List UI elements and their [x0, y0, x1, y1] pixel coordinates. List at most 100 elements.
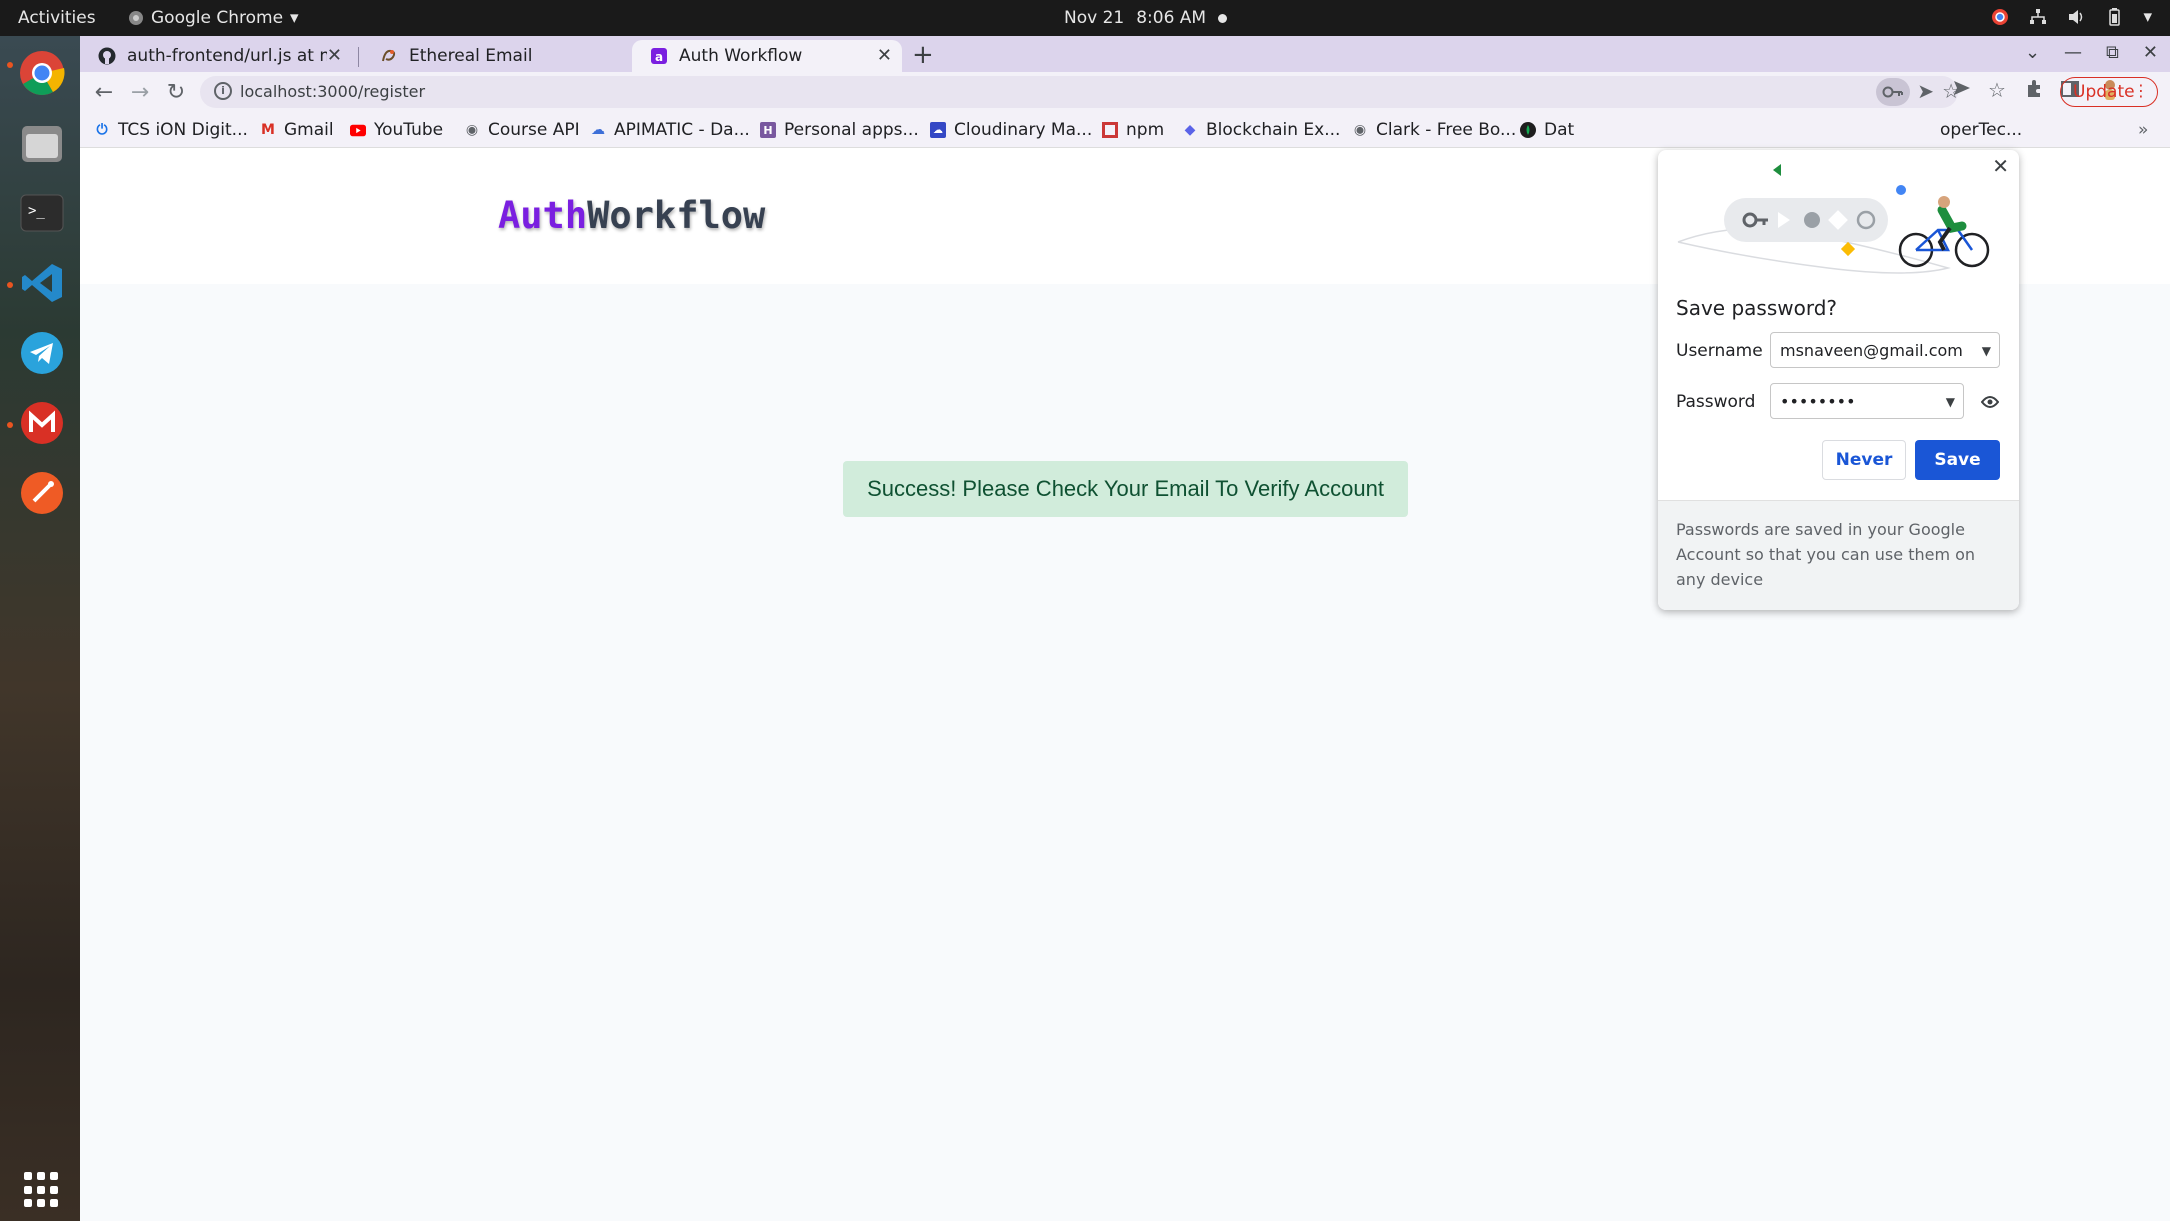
postman-icon[interactable]: [17, 468, 67, 518]
update-button[interactable]: Update ⋮: [2060, 77, 2158, 107]
bookmark-course-api[interactable]: ◉ Course API: [464, 120, 580, 140]
bookmark-blockchain[interactable]: ◆ Blockchain Ex...: [1182, 120, 1341, 140]
tab-github[interactable]: auth-frontend/url.js at m ✕: [80, 40, 352, 72]
running-indicator: [7, 282, 13, 288]
power-menu-icon[interactable]: ▾: [2143, 7, 2152, 27]
password-label: Password: [1676, 392, 1756, 412]
tab-title: Auth Workflow: [679, 46, 803, 66]
save-password-dialog: ✕ Save password? Username msnaveen@gmail…: [1658, 150, 2019, 610]
app-logo[interactable]: AuthWorkflow: [498, 194, 765, 237]
bookmark-gmail[interactable]: M Gmail: [260, 120, 334, 140]
bookmark-npm[interactable]: npm: [1102, 120, 1164, 140]
show-apps-icon[interactable]: [24, 1172, 60, 1208]
extensions-icon[interactable]: [2024, 79, 2044, 104]
forward-button[interactable]: →: [126, 78, 154, 106]
github-icon: [98, 47, 116, 65]
close-window-icon[interactable]: ✕: [2143, 42, 2158, 63]
chrome-icon[interactable]: [17, 48, 67, 98]
bookmark-developertec[interactable]: operTec...: [1940, 120, 2022, 140]
tab-title: Ethereal Email: [409, 46, 533, 66]
username-label: Username: [1676, 341, 1763, 361]
back-button[interactable]: ←: [90, 78, 118, 106]
dialog-footer-text: Passwords are saved in your Google Accou…: [1658, 500, 2019, 610]
notification-dot: [1218, 13, 1228, 23]
bookmark-label: operTec...: [1940, 120, 2023, 140]
save-button[interactable]: Save: [1915, 440, 2000, 480]
close-tab-icon[interactable]: ✕: [877, 45, 892, 66]
ethereal-icon: [380, 47, 398, 65]
app-menu-label: Google Chrome: [151, 8, 284, 28]
bookmark-label: APIMATIC - Da...: [614, 120, 750, 140]
bookmark-label: Clark - Free Bo...: [1376, 120, 1517, 140]
restore-icon[interactable]: ⧉: [2106, 42, 2119, 63]
gmail-icon: M: [261, 122, 275, 138]
telegram-icon[interactable]: [17, 328, 67, 378]
bookmark-label: TCS iON Digit...: [118, 120, 248, 140]
activities-button[interactable]: Activities: [18, 8, 96, 28]
cloud-icon: ☁: [591, 122, 605, 138]
bookmark-label: Dat: [1544, 120, 1575, 140]
network-icon[interactable]: [2029, 8, 2047, 26]
send-tab-icon[interactable]: [1952, 78, 1972, 103]
chevron-down-icon[interactable]: ▼: [1982, 344, 1991, 358]
files-icon[interactable]: [17, 118, 67, 168]
app-menu[interactable]: Google Chrome ▾: [128, 8, 299, 28]
window-controls: ⌄ — ⧉ ✕: [2025, 42, 2158, 63]
bookmark-tcs[interactable]: ⏻ TCS iON Digit...: [94, 120, 248, 140]
bookmark-clark[interactable]: ◉ Clark - Free Bo...: [1352, 120, 1516, 140]
bookmark-youtube[interactable]: YouTube: [350, 120, 443, 140]
password-field[interactable]: •••••••• ▼: [1770, 383, 1964, 419]
system-top-bar: Activities Google Chrome ▾ Nov 21 8:06 A…: [0, 0, 2170, 36]
svg-text:a: a: [655, 50, 663, 64]
site-info-icon[interactable]: i: [214, 82, 232, 100]
gmail-icon[interactable]: [17, 398, 67, 448]
svg-text:>_: >_: [28, 203, 45, 219]
bookmark-mongodb[interactable]: Dat: [1520, 120, 1574, 140]
update-label: Update: [2073, 82, 2135, 102]
password-illustration: [1677, 164, 1990, 274]
chrome-tray-icon[interactable]: [1991, 8, 2009, 26]
more-bookmarks-icon[interactable]: »: [2138, 120, 2148, 140]
volume-icon[interactable]: [2067, 8, 2085, 26]
username-value: msnaveen@gmail.com: [1780, 340, 1963, 360]
close-tab-icon[interactable]: ✕: [327, 45, 342, 66]
tab-auth-workflow[interactable]: a Auth Workflow ✕: [632, 40, 902, 72]
bookmark-label: Personal apps...: [784, 120, 919, 140]
system-tray[interactable]: ▾: [1991, 7, 2152, 27]
bookmark-label: Gmail: [284, 120, 334, 140]
bookmarks-bar: ⏻ TCS iON Digit... M Gmail YouTube ◉ Course…: [80, 112, 2170, 148]
globe-icon: ◉: [465, 122, 479, 138]
youtube-icon: [350, 122, 366, 138]
bookmark-label: npm: [1126, 120, 1165, 140]
address-bar[interactable]: i localhost:3000/register ➤ ☆: [200, 76, 1960, 108]
star-icon[interactable]: ☆: [1988, 78, 2006, 102]
send-icon[interactable]: ➤: [1917, 79, 1934, 103]
bookmark-personal-apps[interactable]: H Personal apps...: [760, 120, 919, 140]
bookmark-label: YouTube: [374, 120, 444, 140]
close-dialog-icon[interactable]: ✕: [1992, 154, 2009, 178]
menu-dots-icon[interactable]: ⋮: [2133, 81, 2149, 100]
tab-search-icon[interactable]: ⌄: [2025, 42, 2040, 63]
globe-icon: ◉: [1353, 122, 1367, 138]
show-password-icon[interactable]: [1980, 394, 2000, 413]
bookmark-cloudinary[interactable]: ☁ Cloudinary Ma...: [930, 120, 1092, 140]
password-key-icon[interactable]: [1876, 78, 1910, 106]
blockchain-icon: ◆: [1184, 122, 1196, 138]
new-tab-button[interactable]: +: [912, 40, 934, 70]
username-field[interactable]: msnaveen@gmail.com ▼: [1770, 332, 2000, 368]
never-button[interactable]: Never: [1822, 440, 1906, 480]
dialog-title: Save password?: [1676, 296, 1838, 320]
minimize-icon[interactable]: —: [2064, 42, 2082, 63]
dock: >_: [0, 36, 80, 1221]
vscode-icon[interactable]: [17, 258, 67, 308]
bookmark-apimatic[interactable]: ☁ APIMATIC - Da...: [590, 120, 750, 140]
url-text[interactable]: localhost:3000/register: [240, 82, 425, 101]
battery-icon[interactable]: [2105, 8, 2123, 26]
clock[interactable]: Nov 21 8:06 AM: [1064, 8, 1228, 28]
chrome-small-icon: [129, 11, 143, 25]
tab-title: auth-frontend/url.js at m: [127, 46, 327, 66]
browser-toolbar: ← → ↻ i localhost:3000/register ➤ ☆ ☆: [80, 72, 2170, 112]
reload-button[interactable]: ↻: [162, 78, 190, 106]
terminal-icon[interactable]: >_: [17, 188, 67, 238]
chevron-down-icon[interactable]: ▼: [1946, 395, 1955, 409]
